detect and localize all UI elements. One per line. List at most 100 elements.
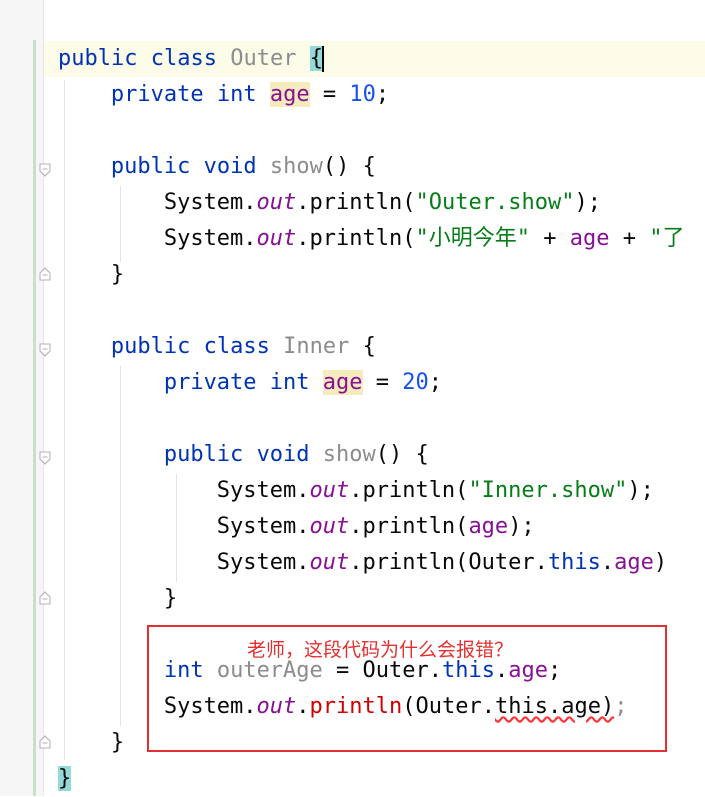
code-token: 10 (349, 82, 376, 107)
code-token: age (468, 514, 509, 539)
code-token: 20 (402, 370, 429, 395)
code-token: . (600, 550, 615, 575)
code-token: System. (216, 478, 310, 503)
code-token: ); (574, 190, 601, 215)
code-token: ); (627, 478, 654, 503)
code-line[interactable]: private int age = 10; (111, 77, 389, 113)
code-line[interactable]: } (164, 581, 177, 617)
indent-guide (176, 474, 177, 582)
code-token: out (256, 226, 297, 251)
code-token: System. (163, 190, 257, 215)
code-token: = (362, 370, 403, 395)
code-token: { (309, 46, 323, 71)
code-token: ; (428, 370, 443, 395)
code-line[interactable]: public class Inner { (111, 329, 376, 365)
code-token: } (110, 262, 125, 287)
indent-guide (120, 366, 121, 726)
code-line[interactable]: System.out.println("小明今年" + age + "了 (164, 221, 685, 257)
code-token: public (58, 46, 138, 71)
code-token: } (58, 766, 72, 791)
code-token: + (609, 226, 650, 251)
code-token: age (614, 550, 654, 575)
code-token: Inner (283, 334, 350, 359)
code-token: ) (653, 550, 668, 575)
code-token: = (309, 82, 350, 107)
code-token: public (110, 154, 191, 179)
code-line[interactable]: System.out.println(age); (217, 509, 535, 545)
code-token: } (110, 730, 125, 755)
code-token: void (203, 154, 257, 179)
code-line[interactable]: System.out.println(Outer.this.age) (217, 545, 667, 581)
fold-end-icon[interactable] (38, 591, 52, 605)
code-line[interactable]: public void show() { (111, 149, 376, 185)
code-line[interactable]: private int age = 20; (164, 365, 442, 401)
code-token: age (269, 82, 310, 107)
code-token: private (163, 370, 257, 395)
code-token: "Outer.show" (415, 190, 575, 215)
code-token: ; (375, 82, 390, 107)
fold-toggle-icon[interactable] (38, 451, 52, 465)
code-token: } (163, 586, 178, 611)
code-token: int (269, 370, 310, 395)
editor-gutter (0, 0, 44, 796)
code-token: () { (322, 154, 376, 179)
code-line[interactable]: public void show() { (164, 437, 429, 473)
code-line[interactable]: System.out.println("Inner.show"); (217, 473, 654, 509)
code-token: "小明今年" (415, 226, 531, 251)
fold-end-icon[interactable] (38, 267, 52, 281)
annotation-text: 老师，这段代码为什么会报错？ (247, 639, 514, 661)
code-line[interactable]: System.out.println("Outer.show"); (164, 185, 601, 221)
code-token: Outer (230, 46, 297, 71)
vcs-change-marker[interactable] (33, 40, 36, 796)
code-token: out (309, 478, 350, 503)
code-token: { (349, 334, 376, 359)
code-token: .println( (349, 478, 469, 503)
code-token: System. (216, 514, 310, 539)
code-token: class (150, 46, 217, 71)
code-token: .println( (349, 514, 469, 539)
code-token: ); (508, 514, 535, 539)
code-token: .println( (296, 226, 416, 251)
code-token: out (256, 190, 297, 215)
code-token: show (322, 442, 376, 467)
indent-guide (64, 80, 65, 760)
code-token: public (110, 334, 191, 359)
code-token: class (203, 334, 270, 359)
code-token: + (530, 226, 570, 251)
code-token: public (163, 442, 244, 467)
code-token: out (309, 550, 350, 575)
code-token: System. (216, 550, 310, 575)
indent-guide (120, 186, 121, 262)
code-line[interactable]: } (111, 725, 124, 761)
gutter-divider (43, 0, 44, 796)
code-token: "Inner.show" (468, 478, 628, 503)
fold-end-icon[interactable] (38, 735, 52, 749)
code-token: private (110, 82, 204, 107)
code-token: "了 (649, 226, 685, 251)
code-line[interactable]: } (58, 761, 72, 797)
code-line[interactable]: public class Outer { (58, 41, 324, 77)
code-token: .println(Outer. (349, 550, 548, 575)
fold-toggle-icon[interactable] (38, 343, 52, 357)
fold-toggle-icon[interactable] (38, 163, 52, 177)
code-token: int (216, 82, 257, 107)
code-token: void (256, 442, 310, 467)
code-token: age (569, 226, 610, 251)
code-token: age (322, 370, 363, 395)
code-token: show (269, 154, 323, 179)
code-token: out (309, 514, 350, 539)
code-line[interactable]: } (111, 257, 124, 293)
code-token: this (547, 550, 601, 575)
